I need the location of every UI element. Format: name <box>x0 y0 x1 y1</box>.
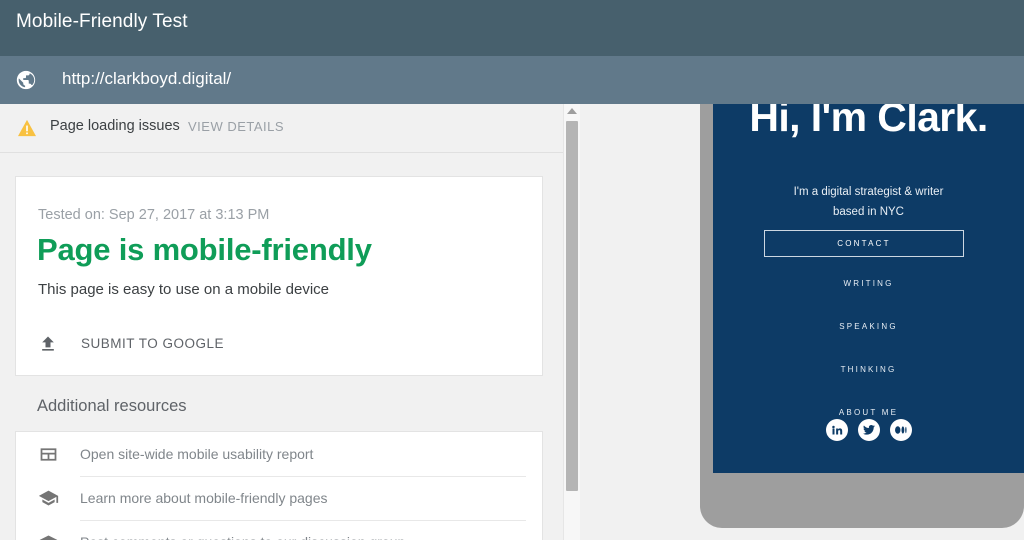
preview-hero-title: Hi, I'm Clark. <box>749 104 988 140</box>
list-item[interactable]: Learn more about mobile-friendly pages <box>16 476 542 520</box>
page-loading-issues-bar: Page loading issues VIEW DETAILS <box>0 104 563 153</box>
list-item[interactable]: Post comments or questions to our discus… <box>16 520 542 540</box>
verdict-description: This page is easy to use on a mobile dev… <box>38 281 329 298</box>
dashboard-report-icon <box>38 444 59 465</box>
preview-hero-subtitle-line2: based in NYC <box>833 206 904 218</box>
preview-hero-subtitle: I'm a digital strategist & writer based … <box>713 182 1024 222</box>
preview-contact-button[interactable]: CONTACT <box>764 230 964 257</box>
preview-contact-button-label: CONTACT <box>837 239 891 248</box>
medium-icon[interactable] <box>889 419 912 441</box>
preview-nav-writing[interactable]: WRITING <box>713 279 1024 288</box>
preview-nav-thinking[interactable]: THINKING <box>713 365 1024 374</box>
results-panel: Page loading issues VIEW DETAILS Tested … <box>0 104 563 540</box>
phone-frame: Hi, I'm Clark. I'm a digital strategist … <box>700 104 1024 528</box>
notice-text: Page loading issues <box>50 118 180 134</box>
forum-group-icon <box>38 532 59 540</box>
preview-nav-speaking[interactable]: SPEAKING <box>713 322 1024 331</box>
linkedin-icon[interactable] <box>825 419 848 441</box>
warning-triangle-icon <box>17 119 37 137</box>
page-title: Mobile-Friendly Test <box>16 11 188 32</box>
scrollbar-thumb[interactable] <box>566 121 578 491</box>
list-item-label: Open site-wide mobile usability report <box>80 446 314 462</box>
list-item[interactable]: Open site-wide mobile usability report <box>16 432 542 476</box>
url-bar[interactable]: http://clarkboyd.digital/ <box>0 56 1024 104</box>
mobile-friendly-test-app: Mobile-Friendly Test http://clarkboyd.di… <box>0 0 1024 540</box>
result-card: Tested on: Sep 27, 2017 at 3:13 PM Page … <box>15 176 543 376</box>
upload-icon <box>38 334 58 354</box>
phone-screen: Hi, I'm Clark. I'm a digital strategist … <box>713 104 1024 473</box>
divider <box>80 476 526 477</box>
graduation-cap-icon <box>38 488 59 509</box>
view-details-link[interactable]: VIEW DETAILS <box>188 119 284 134</box>
url-text: http://clarkboyd.digital/ <box>62 69 232 88</box>
scroll-up-arrow-icon[interactable] <box>567 108 577 114</box>
additional-resources-list: Open site-wide mobile usability report L… <box>15 431 543 540</box>
list-item-label: Learn more about mobile-friendly pages <box>80 490 328 506</box>
results-panel-scrollbar[interactable] <box>563 104 580 540</box>
twitter-icon[interactable] <box>857 419 880 441</box>
globe-icon <box>15 69 37 91</box>
page-preview-area: Hi, I'm Clark. I'm a digital strategist … <box>580 104 1024 540</box>
app-header: Mobile-Friendly Test <box>0 0 1024 56</box>
preview-hero-subtitle-line1: I'm a digital strategist & writer <box>793 186 944 198</box>
verdict-heading: Page is mobile-friendly <box>37 232 372 267</box>
tested-on-timestamp: Tested on: Sep 27, 2017 at 3:13 PM <box>38 207 270 223</box>
divider <box>80 520 526 521</box>
additional-resources-title: Additional resources <box>37 397 187 415</box>
submit-to-google-label: SUBMIT TO GOOGLE <box>81 336 225 351</box>
preview-nav-about-me[interactable]: ABOUT ME <box>713 408 1024 417</box>
preview-social-links <box>713 419 1024 441</box>
list-item-label: Post comments or questions to our discus… <box>80 534 405 540</box>
